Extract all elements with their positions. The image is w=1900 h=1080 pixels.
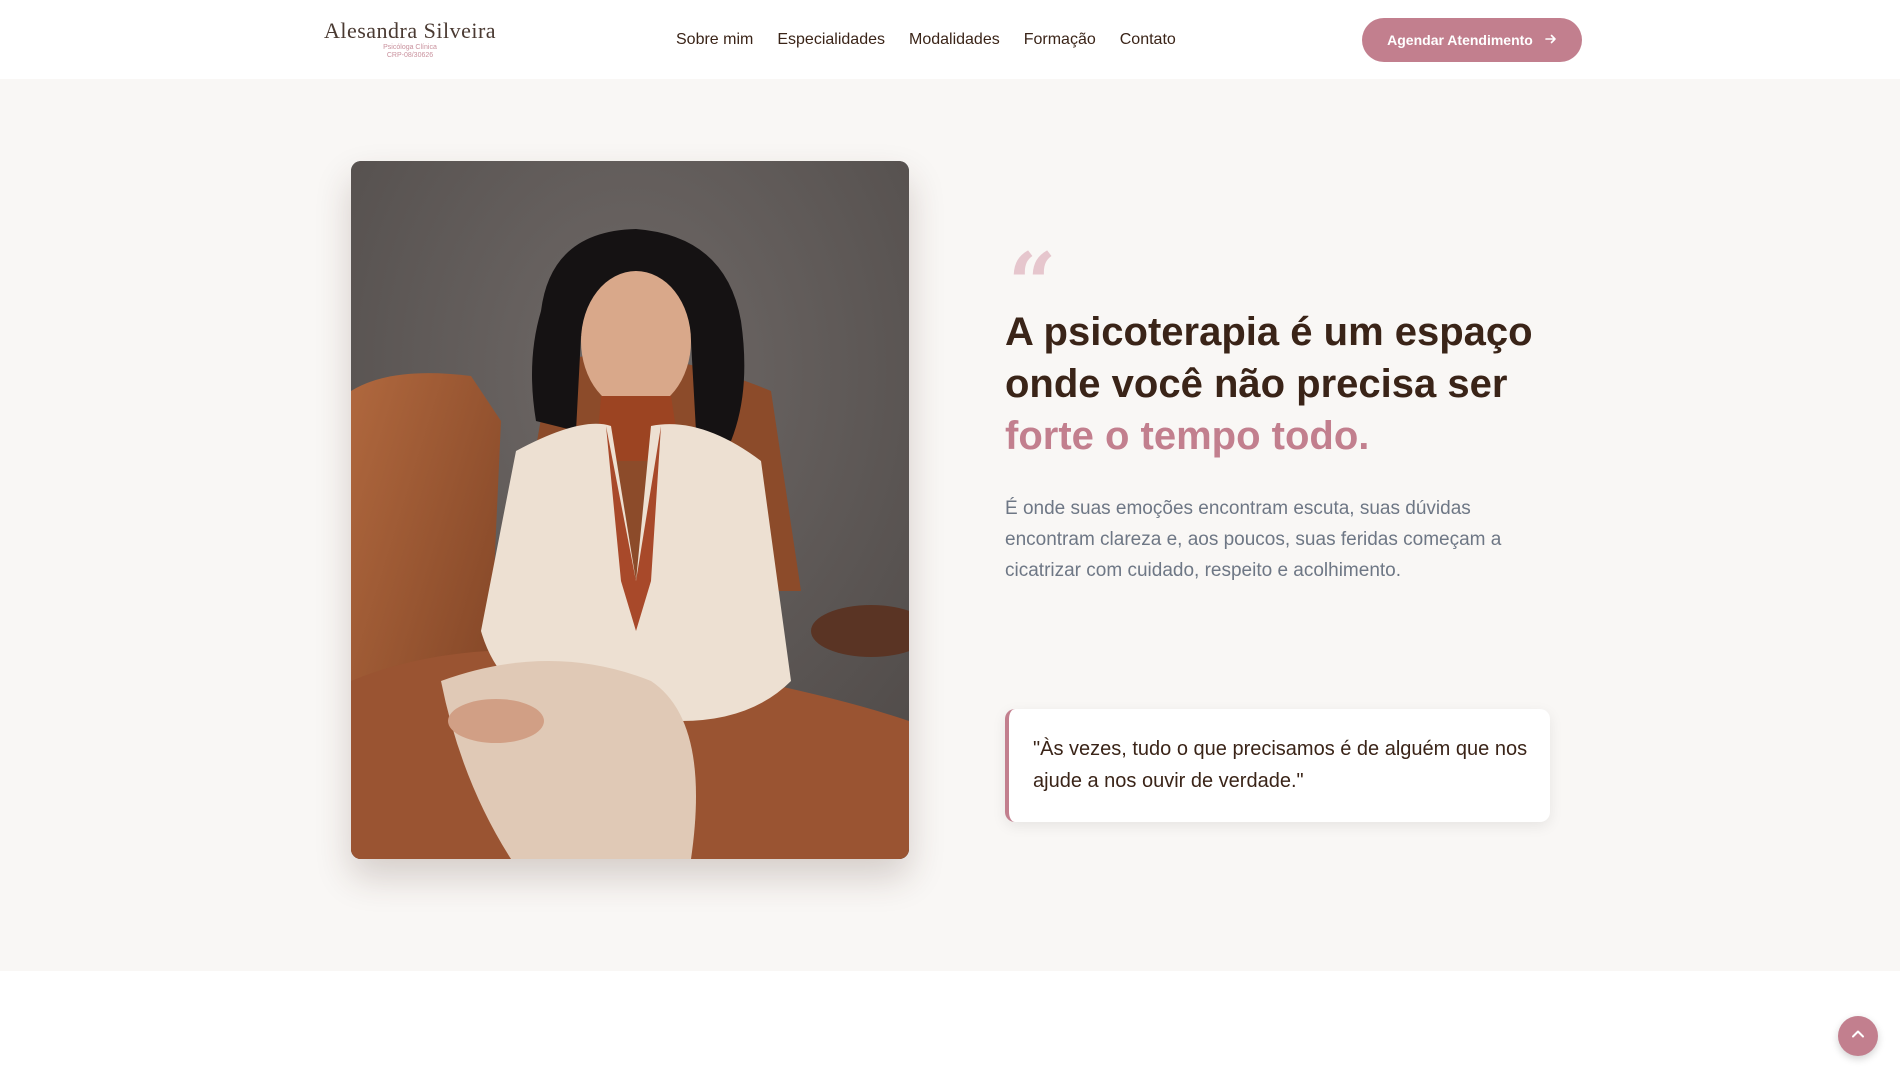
hero-lead: É onde suas emoções encontram escuta, su… (1005, 498, 1502, 581)
nav-item-modalidades[interactable]: Modalidades (909, 28, 1000, 52)
headline-accent: forte o tempo todo. (1005, 414, 1370, 458)
schedule-appointment-label: Agendar Atendimento (1387, 32, 1533, 48)
site-header: Alesandra Silveira Psicóloga Clínica CRP… (0, 0, 1900, 79)
hero-headline: A psicoterapia é um espaço onde você não… (1005, 306, 1585, 462)
logo-crp: CRP-08/30626 (386, 52, 434, 59)
schedule-appointment-button[interactable]: Agendar Atendimento (1362, 18, 1582, 62)
hero-section: “ A psicoterapia é um espaço onde você n… (0, 79, 1900, 971)
main-nav: Sobre mim Especialidades Modalidades For… (676, 28, 1176, 52)
arrow-right-icon (1545, 32, 1557, 48)
nav-item-contato[interactable]: Contato (1120, 28, 1176, 52)
nav-item-especialidades[interactable]: Especialidades (777, 28, 885, 52)
logo-subtitle: Psicóloga Clínica (383, 44, 437, 51)
scroll-to-top-button[interactable] (1838, 1016, 1878, 1056)
quote-card: "Às vezes, tudo o que precisamos é de al… (1005, 709, 1550, 822)
headline-main: A psicoterapia é um espaço onde você não… (1005, 310, 1533, 406)
psychologist-photo (351, 161, 909, 859)
chevron-up-icon (1850, 1026, 1866, 1047)
nav-item-sobre-mim[interactable]: Sobre mim (676, 28, 753, 52)
logo-name: Alesandra Silveira (323, 18, 497, 43)
nav-item-formacao[interactable]: Formação (1024, 28, 1096, 52)
quote-text: "Às vezes, tudo o que precisamos é de al… (1033, 738, 1528, 792)
logo[interactable]: Alesandra Silveira Psicóloga Clínica CRP… (318, 18, 502, 60)
